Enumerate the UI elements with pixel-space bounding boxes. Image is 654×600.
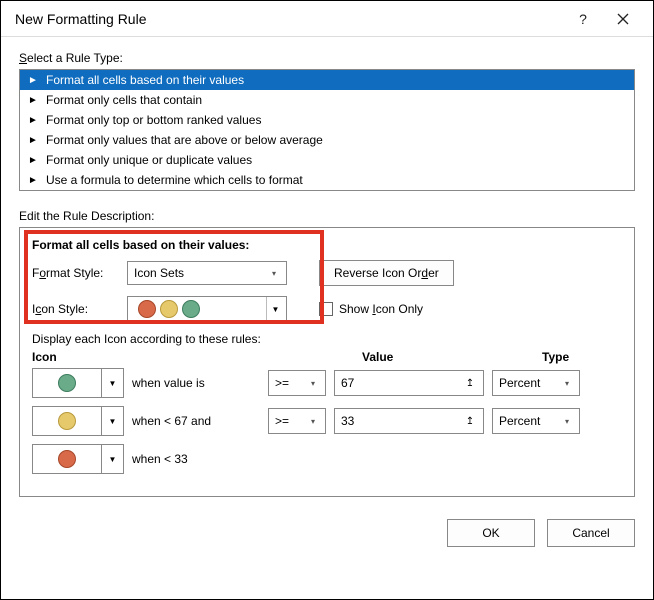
type-value: Percent [499,414,559,428]
rule-type-item[interactable]: ► Format only unique or duplicate values [20,150,634,170]
format-style-label: Format Style: [32,266,117,280]
help-button[interactable]: ? [563,1,603,37]
chevron-down-icon: ▼ [101,445,123,473]
chevron-down-icon: ▾ [305,371,321,395]
format-style-select[interactable]: Icon Sets ▾ [127,261,287,285]
rule-type-text: Format only cells that contain [46,93,202,107]
icon-style-label: Icon Style: [32,302,117,316]
value-input[interactable]: 33 ↥ [334,408,484,434]
chevron-down-icon: ▼ [101,407,123,435]
value-text: 67 [341,376,461,390]
icon-rule-row: ▼ when < 67 and >= ▾ 33 ↥ Percent ▾ [32,406,622,436]
ok-button[interactable]: OK [447,519,535,547]
operator-value: >= [275,414,305,428]
display-rules-label: Display each Icon according to these rul… [32,332,622,346]
chevron-down-icon: ▾ [559,371,575,395]
rule-type-text: Use a formula to determine which cells t… [46,173,303,187]
rule-type-list[interactable]: ► Format all cells based on their values… [19,69,635,191]
description-heading: Format all cells based on their values: [32,238,622,252]
value-text: 33 [341,414,461,428]
rule-type-text: Format all cells based on their values [46,73,244,87]
arrow-right-icon: ► [26,155,40,166]
circle-yellow-icon [58,412,76,430]
operator-value: >= [275,376,305,390]
title-bar: New Formatting Rule ? [1,1,653,37]
circle-yellow-icon [160,300,178,318]
chevron-down-icon: ▼ [101,369,123,397]
circle-red-icon [58,450,76,468]
reverse-icon-order-button[interactable]: Reverse Icon Order [319,260,454,286]
column-headers: Icon Value Type [32,350,622,364]
arrow-right-icon: ► [26,135,40,146]
arrow-right-icon: ► [26,115,40,126]
type-select[interactable]: Percent ▾ [492,370,580,396]
circle-red-icon [138,300,156,318]
range-selector-icon[interactable]: ↥ [461,378,479,389]
dialog-footer: OK Cancel [1,507,653,561]
icon-select[interactable]: ▼ [32,444,124,474]
col-type-header: Type [542,350,622,364]
format-style-value: Icon Sets [134,266,266,280]
show-icon-only-checkbox[interactable] [319,302,333,316]
operator-select[interactable]: >= ▾ [268,370,326,396]
icon-select[interactable]: ▼ [32,406,124,436]
circle-green-icon [182,300,200,318]
range-selector-icon[interactable]: ↥ [461,416,479,427]
close-icon [617,13,629,25]
icon-style-select[interactable]: ▼ [127,296,287,322]
arrow-right-icon: ► [26,75,40,86]
rule-type-text: Format only values that are above or bel… [46,133,323,147]
type-value: Percent [499,376,559,390]
window-title: New Formatting Rule [15,11,563,27]
chevron-down-icon: ▾ [266,262,282,284]
col-icon-header: Icon [32,350,362,364]
chevron-down-icon: ▾ [559,409,575,433]
rule-type-item[interactable]: ► Format all cells based on their values [20,70,634,90]
chevron-down-icon: ▾ [305,409,321,433]
rule-type-item[interactable]: ► Format only top or bottom ranked value… [20,110,634,130]
when-label: when < 33 [132,452,242,466]
show-icon-only-label: Show Icon Only [339,302,423,316]
when-label: when < 67 and [132,414,242,428]
when-label: when value is [132,376,242,390]
rule-type-item[interactable]: ► Use a formula to determine which cells… [20,170,634,190]
rule-description-box: Format all cells based on their values: … [19,227,635,497]
rule-type-text: Format only top or bottom ranked values [46,113,261,127]
col-value-header: Value [362,350,542,364]
type-select[interactable]: Percent ▾ [492,408,580,434]
icon-select[interactable]: ▼ [32,368,124,398]
edit-description-label: Edit the Rule Description: [19,209,635,223]
chevron-down-icon: ▼ [266,297,284,321]
operator-select[interactable]: >= ▾ [268,408,326,434]
rule-type-label: Select a Rule Type: [19,51,635,65]
icon-rule-row: ▼ when < 33 [32,444,622,474]
value-input[interactable]: 67 ↥ [334,370,484,396]
arrow-right-icon: ► [26,95,40,106]
icon-rule-row: ▼ when value is >= ▾ 67 ↥ Percent ▾ [32,368,622,398]
arrow-right-icon: ► [26,175,40,186]
rule-type-text: Format only unique or duplicate values [46,153,252,167]
close-button[interactable] [603,1,643,37]
cancel-button[interactable]: Cancel [547,519,635,547]
rule-type-item[interactable]: ► Format only values that are above or b… [20,130,634,150]
circle-green-icon [58,374,76,392]
rule-type-item[interactable]: ► Format only cells that contain [20,90,634,110]
